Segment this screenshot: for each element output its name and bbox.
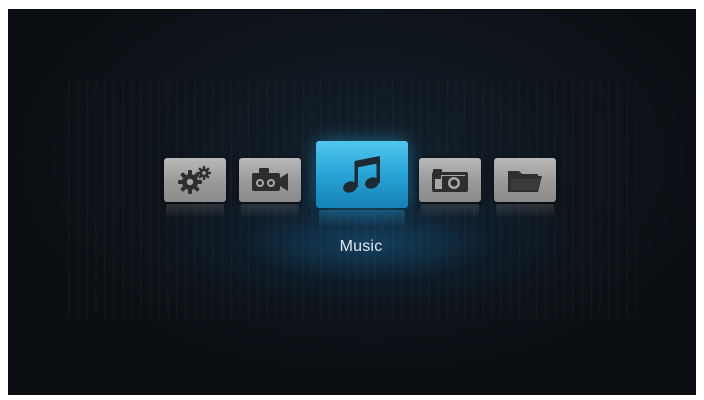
menu-item-music[interactable]: [316, 141, 408, 228]
selected-item-label: Music: [339, 238, 383, 255]
video-camera-icon: [250, 166, 290, 194]
menu-item-settings[interactable]: [164, 158, 226, 218]
music-note-icon: [340, 153, 384, 197]
menu-item-video[interactable]: [239, 158, 301, 218]
menu-item-files[interactable]: [494, 158, 556, 218]
menu-item-photo[interactable]: [419, 158, 481, 218]
folder-icon: [505, 166, 545, 194]
gears-icon: [177, 165, 213, 195]
media-player-home-screen: Music: [8, 9, 696, 395]
camera-icon: [430, 166, 470, 194]
